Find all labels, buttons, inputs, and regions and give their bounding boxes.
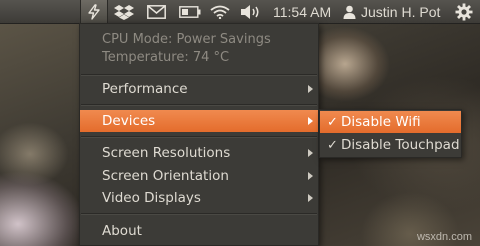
devices-submenu: ✓ Disable Wifi ✓ Disable Touchpad xyxy=(319,109,462,158)
menu-item-label: Screen Resolutions xyxy=(102,145,231,161)
user-icon xyxy=(343,5,356,19)
menu-item-video-displays[interactable]: Video Displays xyxy=(80,187,318,209)
menu-item-label: Video Displays xyxy=(102,190,201,206)
submenu-arrow-icon xyxy=(308,85,313,93)
submenu-arrow-icon xyxy=(308,117,313,125)
watermark: wsxdn.com xyxy=(416,231,472,243)
menu-item-label: Screen Orientation xyxy=(102,168,229,184)
menu-separator xyxy=(81,104,317,106)
submenu-item-label: Disable Touchpad xyxy=(341,137,460,153)
cpu-indicator-button[interactable] xyxy=(80,0,108,24)
volume-tray-button[interactable] xyxy=(240,0,262,24)
menu-item-label: About xyxy=(102,223,142,239)
submenu-item-label: Disable Wifi xyxy=(341,114,421,130)
submenu-arrow-icon xyxy=(308,172,313,180)
mail-tray-button[interactable] xyxy=(147,0,166,24)
menu-item-screen-orientation[interactable]: Screen Orientation xyxy=(80,165,318,187)
checkmark-icon: ✓ xyxy=(327,114,338,130)
menu-item-screen-resolutions[interactable]: Screen Resolutions xyxy=(80,142,318,164)
cpu-indicator-menu: CPU Mode: Power Savings Temperature: 74 … xyxy=(79,23,319,246)
menu-separator xyxy=(81,213,317,215)
dropbox-tray-button[interactable] xyxy=(114,0,134,24)
submenu-arrow-icon xyxy=(308,149,313,157)
user-name: Justin H. Pot xyxy=(361,4,441,20)
submenu-item-disable-wifi[interactable]: ✓ Disable Wifi xyxy=(320,111,461,133)
submenu-item-disable-touchpad[interactable]: ✓ Disable Touchpad xyxy=(320,134,461,156)
dropbox-icon xyxy=(114,5,134,20)
gear-icon xyxy=(455,3,473,21)
menu-separator xyxy=(81,136,317,138)
submenu-arrow-icon xyxy=(308,194,313,202)
wifi-tray-button[interactable] xyxy=(210,0,230,24)
menu-item-performance[interactable]: Performance xyxy=(80,78,318,100)
volume-icon xyxy=(241,5,259,19)
temperature-info: Temperature: 74 °C xyxy=(102,50,230,65)
battery-tray-button[interactable] xyxy=(179,0,201,24)
battery-icon xyxy=(179,6,201,18)
user-menu-button[interactable]: Justin H. Pot xyxy=(343,0,440,24)
session-menu-button[interactable] xyxy=(455,0,473,24)
checkmark-icon: ✓ xyxy=(327,137,338,153)
clock[interactable]: 11:54 AM xyxy=(273,0,331,24)
cpu-indicator-icon xyxy=(88,4,100,20)
top-panel: 11:54 AM Justin H. Pot xyxy=(0,0,480,24)
mail-icon xyxy=(147,5,166,19)
menu-item-label: Performance xyxy=(102,81,188,97)
menu-separator xyxy=(81,74,317,76)
cpu-mode-info: CPU Mode: Power Savings xyxy=(102,32,271,47)
wifi-icon xyxy=(210,5,230,19)
menu-item-about[interactable]: About xyxy=(80,220,318,242)
menu-item-devices[interactable]: Devices xyxy=(80,110,318,132)
menu-item-label: Devices xyxy=(102,113,156,129)
